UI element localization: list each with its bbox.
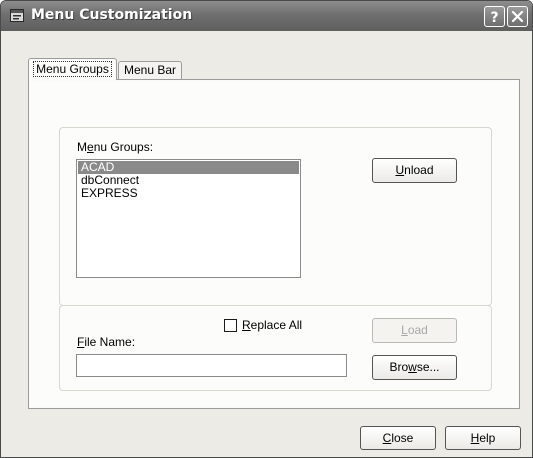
- help-button[interactable]: Help: [445, 426, 521, 450]
- help-title-button[interactable]: ?: [484, 6, 505, 27]
- replace-all-label[interactable]: Replace All: [242, 318, 302, 332]
- file-name-label: File Name:: [77, 335, 136, 349]
- tab-label: Menu Bar: [123, 63, 177, 77]
- list-item[interactable]: EXPRESS: [77, 187, 300, 200]
- tab-menu-bar[interactable]: Menu Bar: [118, 61, 182, 81]
- close-x-icon: [511, 10, 524, 23]
- window-title: Menu Customization: [31, 7, 193, 23]
- help-question-icon: ?: [490, 10, 498, 26]
- close-title-button[interactable]: [507, 6, 528, 27]
- svg-text:?: ?: [490, 10, 498, 26]
- browse-button[interactable]: Browse...: [372, 355, 457, 380]
- title-bar[interactable]: Menu Customization ?: [1, 1, 532, 31]
- file-name-input[interactable]: [76, 354, 347, 377]
- tab-menu-groups[interactable]: Menu Groups: [28, 58, 117, 80]
- tab-label: Menu Groups: [33, 61, 112, 77]
- app-menu-icon: [10, 9, 24, 22]
- menu-customization-dialog: Menu Customization ? Menu Groups Menu Ba…: [0, 0, 533, 458]
- replace-all-checkbox[interactable]: [224, 319, 237, 332]
- load-button[interactable]: Load: [372, 318, 457, 343]
- unload-button[interactable]: Unload: [372, 158, 457, 183]
- menu-groups-list[interactable]: ACAD dbConnect EXPRESS: [76, 159, 301, 278]
- menu-groups-label: Menu Groups:: [77, 140, 154, 154]
- close-button[interactable]: Close: [360, 426, 436, 450]
